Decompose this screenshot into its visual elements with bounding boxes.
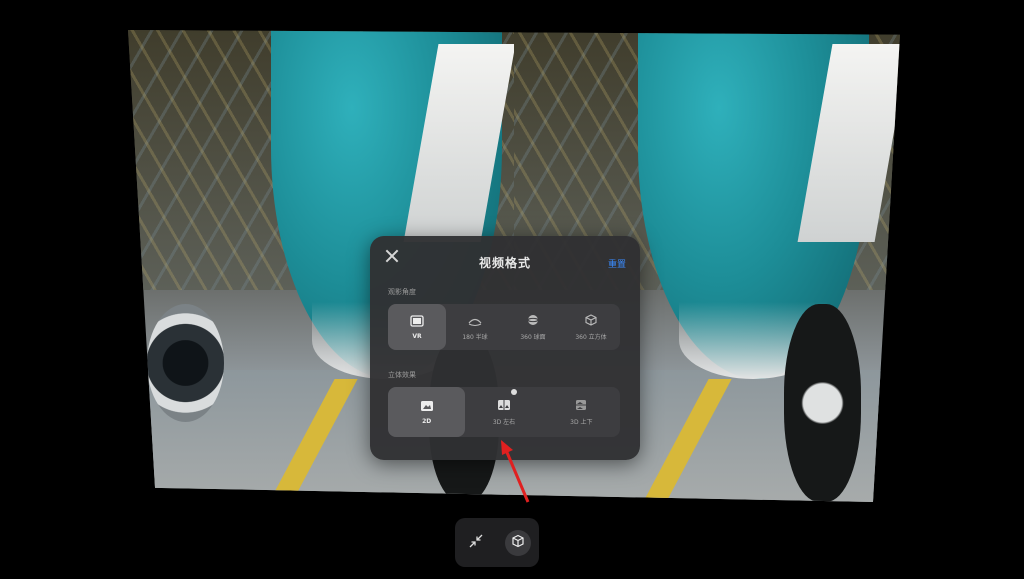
view-angle-option-label: 360 球面 xyxy=(520,333,546,341)
dome-180-icon xyxy=(468,314,482,326)
video-format-dialog: 视频格式 重置 观影角度 VR 180 半球 360 球面 360 立方体 立体… xyxy=(370,236,640,460)
reset-button[interactable]: 重置 xyxy=(608,257,626,270)
stereo-option-3d-side-by-side[interactable]: 3D 左右 xyxy=(465,387,542,437)
stereo-option-2d[interactable]: 2D xyxy=(388,387,466,437)
stereo-option-label: 3D 左右 xyxy=(492,418,516,426)
bottom-toolbar xyxy=(455,518,539,567)
view-angle-heading: 观影角度 xyxy=(388,288,416,296)
cube-360-icon xyxy=(584,313,598,326)
view-angle-selector: VR 180 半球 360 球面 360 立方体 xyxy=(388,304,620,350)
stereo-option-3d-top-bottom[interactable]: 3D 上下 xyxy=(543,387,620,437)
view-angle-option-180[interactable]: 180 半球 xyxy=(446,304,504,350)
cursor-dot xyxy=(511,389,517,395)
jet-engine xyxy=(147,303,225,422)
view-angle-option-360-cube[interactable]: 360 立方体 xyxy=(562,304,620,350)
view-angle-option-label: 360 立方体 xyxy=(575,333,607,341)
cube-view-button[interactable] xyxy=(505,529,531,556)
stereo-option-label: 3D 上下 xyxy=(570,418,593,426)
view-angle-option-vr[interactable]: VR xyxy=(388,304,446,350)
view-angle-option-label: VR xyxy=(412,332,422,340)
image-top-bottom-icon xyxy=(574,399,588,411)
dialog-title: 视频格式 xyxy=(478,256,531,270)
view-angle-option-label: 180 半球 xyxy=(462,333,488,341)
film-icon xyxy=(410,314,424,327)
sphere-360-icon xyxy=(526,314,540,326)
stereo-heading: 立体效果 xyxy=(388,371,416,379)
stereo-selector: 2D 3D 左右 3D 上下 xyxy=(388,387,620,437)
cube-icon xyxy=(511,533,525,552)
stereo-option-label: 2D xyxy=(422,417,432,425)
image-2d-icon xyxy=(420,400,434,412)
collapse-button[interactable] xyxy=(463,530,489,556)
image-side-by-side-icon xyxy=(497,399,511,411)
view-angle-option-360-sphere[interactable]: 360 球面 xyxy=(504,304,562,350)
collapse-arrows-icon xyxy=(469,533,483,552)
